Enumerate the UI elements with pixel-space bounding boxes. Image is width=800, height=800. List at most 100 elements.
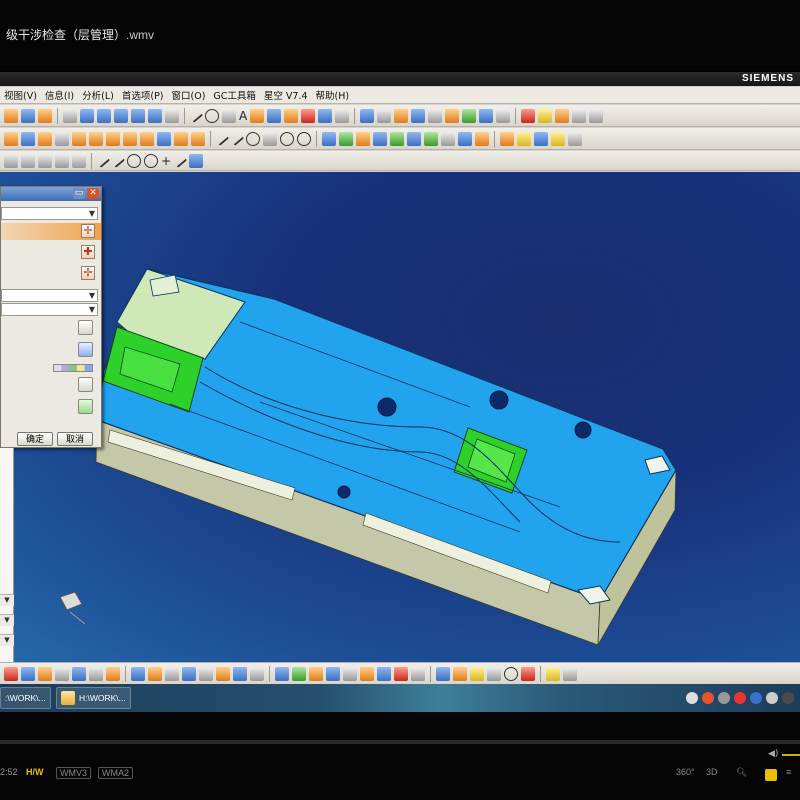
intersect-icon[interactable]	[479, 108, 494, 123]
misc-tool-icon[interactable]	[487, 666, 501, 681]
point-tool-icon[interactable]	[326, 666, 340, 681]
capture-icon[interactable]	[765, 769, 777, 781]
minimize-icon[interactable]: ▭	[73, 188, 85, 199]
add-plus-icon[interactable]: ✚	[81, 245, 95, 259]
taskbar-item-1[interactable]: :\WORK\...	[0, 687, 51, 709]
hide-icon[interactable]	[250, 666, 264, 681]
volume-slider[interactable]	[782, 754, 800, 756]
menu-help[interactable]: 帮助(H)	[312, 88, 354, 102]
green-tool-icon[interactable]	[292, 666, 306, 681]
spin-icon[interactable]	[148, 666, 162, 681]
constraint-icon[interactable]	[339, 131, 353, 146]
menu-info[interactable]: 信息(I)	[41, 88, 78, 102]
measure-tool-icon[interactable]	[394, 666, 408, 681]
grid-icon[interactable]	[89, 666, 103, 681]
render-icon[interactable]	[216, 666, 230, 681]
bulb-icon[interactable]	[470, 666, 484, 681]
point-icon[interactable]	[4, 131, 18, 146]
view-fit-icon[interactable]	[131, 666, 145, 681]
rotate-icon[interactable]	[21, 153, 35, 168]
drawing-icon[interactable]	[475, 131, 489, 146]
stop-icon[interactable]	[4, 666, 18, 681]
dialog-dropdown-2[interactable]: ▼	[1, 289, 98, 302]
offset-icon[interactable]	[394, 108, 409, 123]
mirror-icon[interactable]	[428, 108, 443, 123]
shaded-view-icon[interactable]	[80, 108, 94, 123]
cancel-button[interactable]: 取消	[57, 432, 93, 446]
explode-icon[interactable]	[390, 131, 404, 146]
note-icon[interactable]	[517, 131, 531, 146]
circle2-icon[interactable]	[297, 131, 311, 146]
wave-icon[interactable]	[407, 131, 421, 146]
slot-icon[interactable]	[106, 131, 120, 146]
sew-icon[interactable]	[496, 108, 511, 123]
chamfer-icon[interactable]	[157, 131, 171, 146]
pattern-icon[interactable]	[411, 108, 426, 123]
clone-icon[interactable]	[373, 131, 387, 146]
export-icon[interactable]	[534, 131, 548, 146]
close-icon[interactable]: ✕	[87, 188, 99, 199]
sketch-icon[interactable]	[21, 108, 35, 123]
color-palette[interactable]	[53, 364, 93, 372]
filter-icon[interactable]	[78, 377, 93, 392]
snap-line-icon[interactable]	[95, 153, 111, 168]
pocket-icon[interactable]	[72, 131, 86, 146]
menu-analysis[interactable]: 分析(L)	[78, 88, 118, 102]
tray-icon-1[interactable]	[686, 692, 698, 704]
interference-icon[interactable]	[424, 131, 438, 146]
tray-icon-6[interactable]	[766, 692, 778, 704]
menu-view[interactable]: 视图(V)	[0, 88, 41, 102]
dialog-titlebar[interactable]: ▭ ✕	[1, 187, 101, 201]
sketch-box-icon[interactable]	[263, 131, 277, 146]
move-icon[interactable]	[377, 108, 392, 123]
copy-icon[interactable]	[106, 666, 120, 681]
text-icon[interactable]: A	[239, 109, 247, 123]
boss-icon[interactable]	[55, 131, 69, 146]
union-icon[interactable]	[445, 108, 460, 123]
snap-tangent-icon[interactable]	[172, 153, 188, 168]
analysis-icon[interactable]	[335, 108, 350, 123]
menu-xingkong-plugin[interactable]: 星空 V7.4	[260, 88, 312, 102]
refresh-icon[interactable]	[78, 399, 93, 414]
zoom-icon[interactable]	[55, 153, 69, 168]
filter-tool-icon[interactable]	[38, 666, 52, 681]
dialog-dropdown-3[interactable]: ▼	[1, 303, 98, 316]
vr360-button[interactable]: 360°	[676, 767, 695, 777]
snap-circle-icon[interactable]	[127, 153, 141, 168]
trim-icon[interactable]	[284, 108, 299, 123]
body-tool-icon[interactable]	[377, 666, 391, 681]
subtract-icon[interactable]	[462, 108, 477, 123]
pan-icon[interactable]	[38, 153, 52, 168]
edit-icon[interactable]	[309, 666, 323, 681]
crosshair-icon[interactable]: ✛	[81, 224, 95, 238]
info-tool-icon[interactable]	[411, 666, 425, 681]
menu-preferences[interactable]: 首选项(P)	[118, 88, 168, 102]
layer-settings-icon[interactable]	[78, 342, 93, 357]
pad-icon[interactable]	[89, 131, 103, 146]
end-tool-icon[interactable]	[563, 666, 577, 681]
audio-format-badge[interactable]: WMA2	[98, 767, 133, 779]
measure-icon[interactable]	[318, 108, 333, 123]
snap-plus-icon[interactable]: +	[161, 154, 171, 168]
wcs-icon[interactable]	[72, 666, 86, 681]
tray-icon-5[interactable]	[750, 692, 762, 704]
sketch-line2-icon[interactable]	[229, 131, 245, 146]
snap-face-icon[interactable]	[189, 153, 204, 168]
menu-icon[interactable]: ≡	[786, 767, 791, 777]
delete-icon[interactable]	[301, 108, 316, 123]
mold-icon[interactable]	[500, 131, 514, 146]
front-view-icon[interactable]	[131, 108, 145, 123]
layer-icon[interactable]	[360, 108, 375, 123]
surface-icon[interactable]	[267, 108, 282, 123]
view-icon[interactable]	[63, 108, 77, 123]
menu-gc-toolbox[interactable]: GC工具箱	[209, 88, 260, 102]
fit-icon[interactable]	[72, 153, 86, 168]
wireframe-icon[interactable]	[233, 666, 247, 681]
component-icon[interactable]	[356, 131, 370, 146]
video-format-badge[interactable]: WMV3	[56, 767, 91, 779]
circle-tool-icon[interactable]	[504, 666, 518, 681]
translate-icon[interactable]	[165, 666, 179, 681]
selection-dialog[interactable]: ▭ ✕ ▼ ✛ ✚ ✢ ▼ ▼ 确定 取消	[0, 186, 102, 448]
blend-icon[interactable]	[140, 131, 154, 146]
snap-line2-icon[interactable]	[110, 153, 126, 168]
